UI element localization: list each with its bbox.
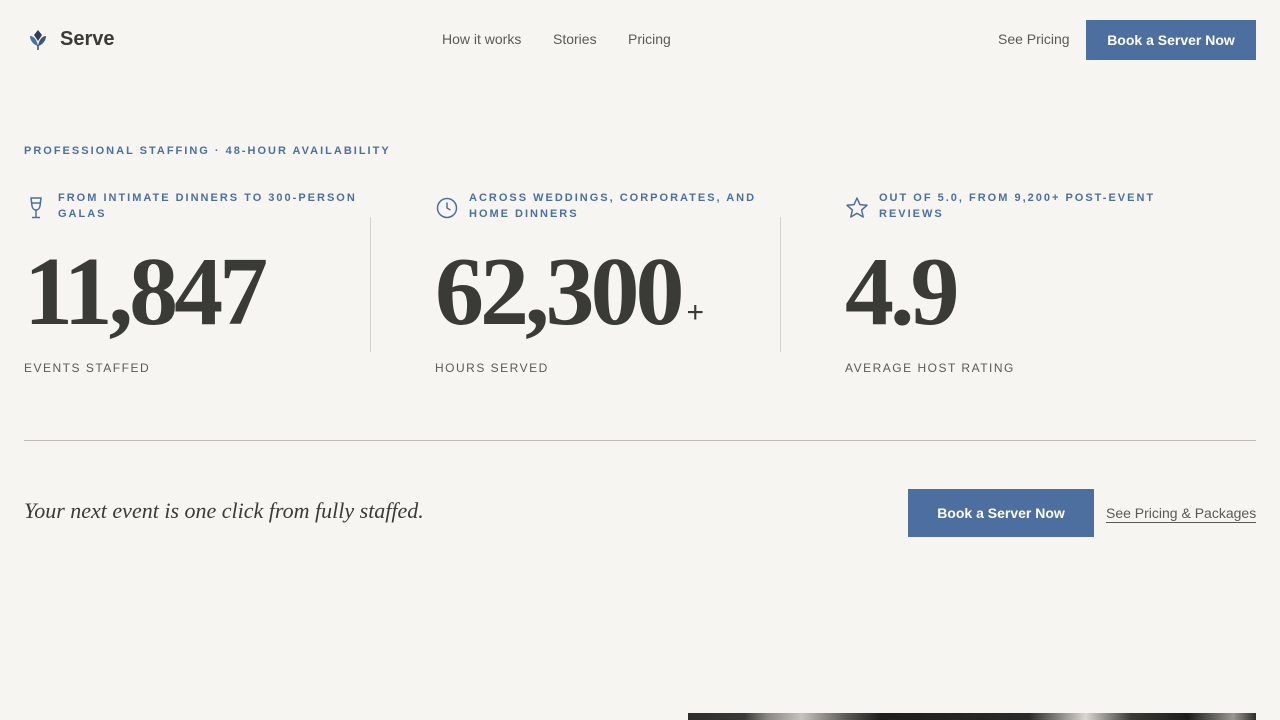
star-icon xyxy=(846,197,868,218)
stat-host-rating: OUT OF 5.0, FROM 9,200+ POST-EVENT REVIE… xyxy=(845,190,1190,390)
nav-stories[interactable]: Stories xyxy=(553,31,597,47)
see-pricing-link[interactable]: See Pricing xyxy=(998,31,1070,47)
hero-eyebrow: PROFESSIONAL STAFFING · 48-HOUR AVAILABI… xyxy=(24,145,391,157)
stat-caption: FROM INTIMATE DINNERS TO 300-PERSON GALA… xyxy=(58,192,357,220)
clock-icon xyxy=(436,197,458,219)
stat-divider xyxy=(780,217,781,352)
stat-caption: OUT OF 5.0, FROM 9,200+ POST-EVENT REVIE… xyxy=(879,192,1156,220)
stat-caption: ACROSS WEDDINGS, CORPORATES, AND HOME DI… xyxy=(469,192,757,220)
stat-value: 62,300 + xyxy=(435,238,705,346)
book-server-cta-button[interactable]: Book a Server Now xyxy=(908,489,1094,537)
see-pricing-packages-link[interactable]: See Pricing & Packages xyxy=(1106,505,1257,523)
event-photo xyxy=(688,713,1256,720)
nav-how-it-works[interactable]: How it works xyxy=(442,31,521,47)
stat-divider xyxy=(370,217,371,352)
stat-label: EVENTS STAFFED xyxy=(24,361,151,375)
cta-headline: Your next event is one click from fully … xyxy=(24,498,424,523)
stat-value: 11,847 xyxy=(24,238,268,346)
stat-label: AVERAGE HOST RATING xyxy=(845,361,1015,375)
wine-glass-icon xyxy=(30,197,42,219)
nav-pricing[interactable]: Pricing xyxy=(628,31,671,47)
stat-events-staffed: FROM INTIMATE DINNERS TO 300-PERSON GALA… xyxy=(24,190,369,390)
stat-label: HOURS SERVED xyxy=(435,361,549,375)
site-header: Serve How it works Stories Pricing See P… xyxy=(0,0,1280,80)
section-divider xyxy=(24,440,1256,441)
book-server-button[interactable]: Book a Server Now xyxy=(1086,20,1256,60)
stat-value: 4.9 xyxy=(845,238,959,346)
stat-hours-served: ACROSS WEDDINGS, CORPORATES, AND HOME DI… xyxy=(435,190,780,390)
